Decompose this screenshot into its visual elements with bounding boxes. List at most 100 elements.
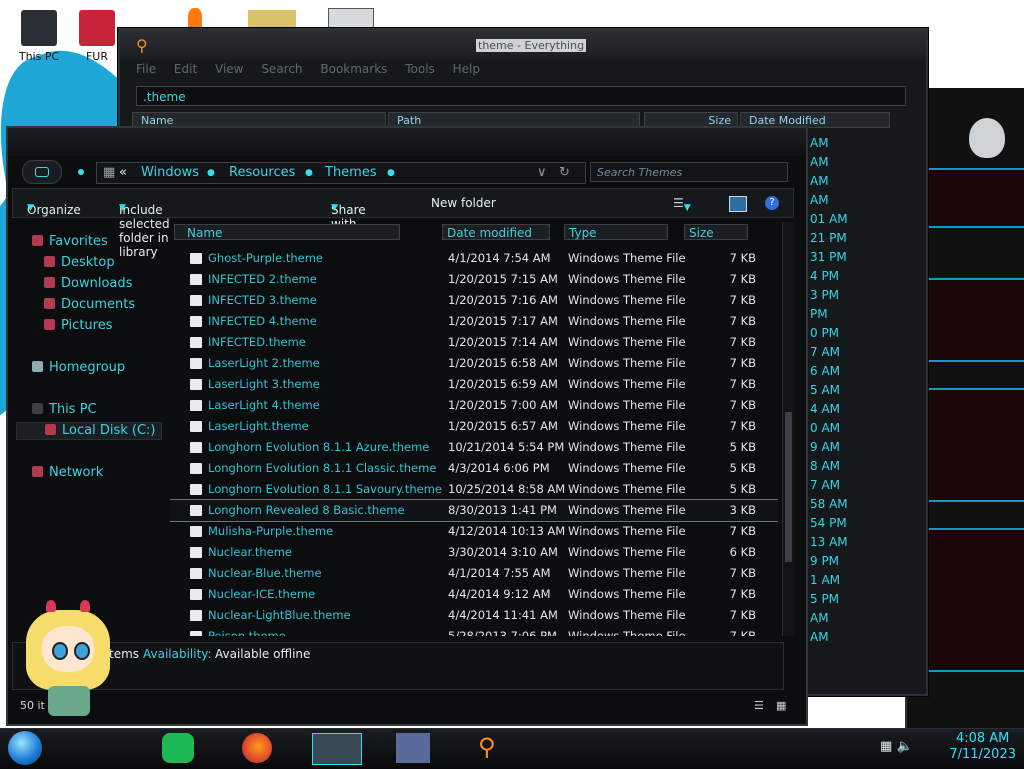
file-row[interactable]: Nuclear-Blue.theme 4/1/2014 7:55 AM Window… [170,563,778,584]
nav-desktop[interactable]: Desktop [44,255,115,270]
volume-icon[interactable]: 🔈 [896,739,912,754]
nav-documents[interactable]: Documents [44,297,135,312]
file-date: 3/30/2014 3:10 AM [448,545,558,559]
file-type: Windows Theme File [568,545,686,559]
file-size: 7 KB [729,587,756,601]
everything-time-cell: 4 PM [810,269,840,283]
menu-tools[interactable]: Tools [405,62,435,76]
file-explorer-window[interactable]: ▦ « Windows ● Resources ● Themes ● ∨ ↻ S… [6,126,808,726]
clock[interactable]: 4:08 AM 7/11/2023 [949,731,1016,763]
new-folder-button[interactable]: New folder [431,196,496,210]
menu-search[interactable]: Search [261,62,302,76]
vertical-scrollbar[interactable] [782,222,795,636]
back-forward-button[interactable] [22,160,62,184]
nav-label: Favorites [49,234,108,249]
nav-favorites[interactable]: Favorites [32,234,108,249]
everything-time-cell: AM [810,611,829,625]
file-row[interactable]: Longhorn Evolution 8.1.1 Azure.theme 10/2… [170,437,778,458]
file-name: Mulisha-Purple.theme [208,524,334,538]
nav-pictures[interactable]: Pictures [44,318,112,333]
everything-time-cell: 8 AM [810,459,841,473]
nav-network[interactable]: Network [32,465,103,480]
everything-time-cell: 9 AM [810,440,841,454]
file-row[interactable]: LaserLight 3.theme 1/20/2015 6:59 AM Windo… [170,374,778,395]
file-row[interactable]: Nuclear-LightBlue.theme 4/4/2014 11:41 AM… [170,605,778,626]
breadcrumb-resources[interactable]: Resources [229,165,295,180]
nav-this-pc[interactable]: This PC [32,402,97,417]
sticker-dress [48,686,90,716]
file-type: Windows Theme File [568,503,686,517]
file-row[interactable]: LaserLight 4.theme 1/20/2015 7:00 AM Windo… [170,395,778,416]
everything-search-input[interactable]: .theme [136,86,906,106]
column-header-type[interactable]: Type [564,224,668,240]
file-row[interactable]: Longhorn Revealed 8 Basic.theme 8/30/2013… [170,499,778,522]
theme-file-icon [190,568,202,579]
search-input[interactable]: Search Themes [590,162,788,182]
details-pane: tems Availability: Available offline [12,642,784,690]
file-explorer-taskbar-button[interactable] [312,733,362,765]
file-row[interactable]: LaserLight.theme 1/20/2015 6:57 AM Windows… [170,416,778,437]
dropdown-icon[interactable]: ∨ [537,165,547,180]
everything-taskbar-icon[interactable]: ⚲ [478,733,508,763]
start-button[interactable] [8,731,42,765]
network-icon[interactable]: ▦ [880,739,892,754]
address-bar[interactable]: ▦ « Windows ● Resources ● Themes ● ∨ ↻ [96,162,586,184]
help-icon[interactable]: ? [765,196,779,210]
details-view-icon[interactable]: ☰ [754,699,764,712]
nav-dot-icon [78,169,84,175]
sticker-eye [52,642,68,660]
file-row[interactable]: LaserLight 2.theme 1/20/2015 6:58 AM Windo… [170,353,778,374]
file-type: Windows Theme File [568,419,686,433]
breadcrumb-windows[interactable]: Windows [141,165,199,180]
column-header-name[interactable]: Name [174,224,400,240]
column-header-date[interactable]: Date modified [442,224,550,240]
file-row[interactable]: Mulisha-Purple.theme 4/12/2014 10:13 AM Wi… [170,521,778,542]
file-type: Windows Theme File [568,314,686,328]
file-row[interactable]: Longhorn Evolution 8.1.1 Classic.theme 4/… [170,458,778,479]
menu-bookmarks[interactable]: Bookmarks [320,62,387,76]
preview-pane-icon[interactable] [729,196,747,212]
breadcrumb-separator-icon: ● [207,168,215,178]
theme-file-icon [190,442,202,453]
breadcrumb-themes[interactable]: Themes [325,165,377,180]
view-options-icon[interactable]: ☰ ▼ [673,196,691,213]
character-sticker [18,598,118,724]
file-row[interactable]: Nuclear.theme 3/30/2014 3:10 AM Windows Th… [170,542,778,563]
app-taskbar-button[interactable] [396,733,430,763]
file-row[interactable]: Longhorn Evolution 8.1.1 Savoury.theme 10… [170,479,778,500]
file-row[interactable]: INFECTED 4.theme 1/20/2015 7:17 AM Windows… [170,311,778,332]
file-type: Windows Theme File [568,524,686,538]
file-name: INFECTED.theme [208,335,306,349]
menu-file[interactable]: File [136,62,156,76]
file-row[interactable]: Ghost-Purple.theme 4/1/2014 7:54 AM Window… [170,248,778,269]
file-row[interactable]: Nuclear-ICE.theme 4/4/2014 9:12 AM Windows… [170,584,778,605]
menu-help[interactable]: Help [453,62,480,76]
firefox-icon[interactable] [242,733,272,763]
file-row[interactable]: INFECTED 2.theme 1/20/2015 7:15 AM Windows… [170,269,778,290]
file-size: 7 KB [729,293,756,307]
refresh-icon[interactable]: ↻ [559,165,570,180]
file-name: Nuclear.theme [208,545,293,559]
thumbnail-view-icon[interactable]: ▦ [776,699,786,712]
scrollbar-thumb[interactable] [785,412,792,562]
nav-homegroup[interactable]: Homegroup [32,360,125,375]
file-type: Windows Theme File [568,335,686,349]
dropdown-icon: ▼ [119,203,126,213]
file-type: Windows Theme File [568,566,686,580]
file-list: Name Date modified Type Size Ghost-Purpl… [170,222,778,636]
menu-edit[interactable]: Edit [174,62,197,76]
file-row[interactable]: INFECTED 3.theme 1/20/2015 7:16 AM Windows… [170,290,778,311]
nav-downloads[interactable]: Downloads [44,276,132,291]
title-bar[interactable]: ⚲ theme - Everything [120,30,926,60]
nav-local-disk[interactable]: Local Disk (C:) [16,422,162,440]
menu-view[interactable]: View [215,62,243,76]
file-row[interactable]: Poison.theme 5/28/2013 7:06 PM Windows The… [170,626,778,636]
computer-icon [32,403,43,414]
column-header-size[interactable]: Size [684,224,748,240]
availability-value: Available offline [215,647,311,661]
vlc-icon[interactable] [188,8,202,30]
spotify-icon[interactable] [162,733,194,763]
chevron-icon: « [119,165,127,180]
file-row[interactable]: INFECTED.theme 1/20/2015 7:14 AM Windows T… [170,332,778,353]
navigation-pane: Favorites Desktop Downloads Documents Pi… [12,222,168,632]
